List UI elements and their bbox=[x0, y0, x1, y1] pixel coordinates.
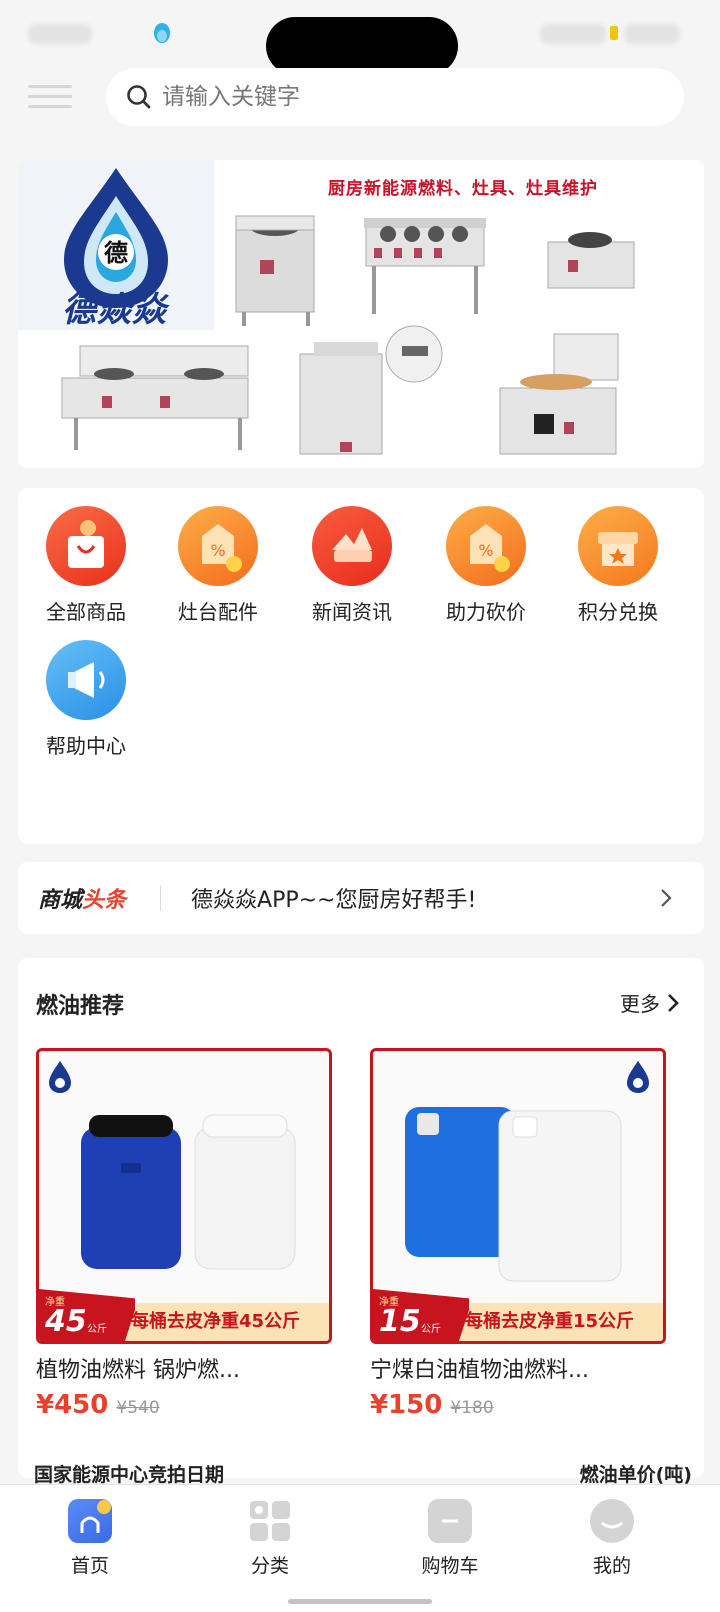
profile-icon bbox=[590, 1499, 634, 1543]
stove-boiler-illustration bbox=[299, 325, 443, 455]
category-points-exchange[interactable]: 积分兑换 bbox=[558, 506, 678, 625]
stove-single-illustration bbox=[235, 215, 315, 326]
category-label: 积分兑换 bbox=[578, 600, 658, 624]
points-store-icon bbox=[578, 506, 658, 586]
category-label: 灶台配件 bbox=[178, 600, 258, 624]
category-label: 全部商品 bbox=[46, 600, 126, 624]
category-label: 新闻资讯 bbox=[312, 600, 392, 624]
more-label: 更多 bbox=[620, 992, 660, 1016]
section-title: 燃油推荐 bbox=[36, 994, 125, 1019]
cart-icon bbox=[428, 1499, 472, 1543]
clock bbox=[624, 24, 680, 44]
search-bar[interactable] bbox=[106, 68, 684, 126]
stove-large-wok-illustration bbox=[499, 333, 619, 455]
product-card[interactable]: 净重 15 公斤 每桶去皮净重15公斤 宁煤白油植物油燃料... ¥150 ¥1… bbox=[370, 1048, 666, 1420]
svg-text:德: 德 bbox=[104, 239, 128, 267]
category-all-products[interactable]: 全部商品 bbox=[26, 506, 146, 625]
category-label: 帮助中心 bbox=[46, 734, 126, 758]
fuel-drums-illustration bbox=[81, 1114, 296, 1270]
auction-date-label: 国家能源中心竞拍日期 bbox=[34, 1464, 225, 1486]
divider bbox=[160, 885, 162, 911]
category-news[interactable]: 新闻资讯 bbox=[292, 506, 412, 625]
battery-icon bbox=[610, 26, 618, 40]
headline-brand: 商城头条 bbox=[38, 888, 127, 913]
category-icon bbox=[248, 1499, 292, 1543]
chevron-right-icon bbox=[668, 993, 679, 1012]
headline-text: 德焱焱APP~~您厨房好帮手! bbox=[191, 888, 477, 913]
product-price: ¥150 ¥180 bbox=[370, 1390, 666, 1420]
original-price: ¥540 bbox=[116, 1398, 160, 1418]
megaphone-icon bbox=[46, 640, 126, 720]
current-price: ¥150 bbox=[370, 1390, 443, 1420]
mall-headline[interactable]: 商城头条 德焱焱APP~~您厨房好帮手! bbox=[18, 862, 704, 934]
fuel-recommendation-section: 燃油推荐 更多 净重 45 公斤 每桶去皮净重45公斤 植物油燃料 锅炉燃... bbox=[18, 958, 704, 1478]
tab-profile[interactable]: 我的 bbox=[552, 1499, 672, 1578]
svg-text:%: % bbox=[210, 541, 225, 560]
qq-penguin-icon bbox=[154, 23, 170, 43]
price-tag-icon: % bbox=[178, 506, 258, 586]
category-label: 助力砍价 bbox=[446, 600, 526, 624]
tab-label: 我的 bbox=[592, 1555, 631, 1577]
product-name: 植物油燃料 锅炉燃... bbox=[36, 1358, 240, 1383]
category-help-center[interactable]: 帮助中心 bbox=[26, 640, 146, 759]
tab-cart[interactable]: 购物车 bbox=[390, 1499, 510, 1578]
bargain-tag-icon: % bbox=[446, 506, 526, 586]
stove-small-illustration bbox=[547, 232, 635, 289]
current-price: ¥450 bbox=[36, 1390, 109, 1420]
header bbox=[0, 68, 720, 130]
status-icons bbox=[540, 24, 606, 44]
menu-icon[interactable] bbox=[28, 78, 72, 118]
jerrycans-illustration bbox=[405, 1107, 622, 1282]
brand-logo-text: 德焱焱 bbox=[62, 290, 167, 330]
tab-label: 分类 bbox=[250, 1555, 289, 1577]
tab-home[interactable]: 首页 bbox=[30, 1499, 150, 1578]
more-link[interactable]: 更多 bbox=[620, 988, 680, 1017]
weight-badge: 净重 15 公斤 每桶去皮净重15公斤 bbox=[373, 1289, 663, 1341]
home-icon bbox=[68, 1499, 112, 1543]
weight-badge: 净重 45 公斤 每桶去皮净重45公斤 bbox=[39, 1289, 329, 1341]
stove-four-burner-illustration bbox=[364, 218, 486, 314]
category-stove-parts[interactable]: % 灶台配件 bbox=[158, 506, 278, 625]
product-price: ¥450 ¥540 bbox=[36, 1390, 332, 1420]
home-indicator bbox=[288, 1599, 432, 1604]
product-image: 净重 15 公斤 每桶去皮净重15公斤 bbox=[370, 1048, 666, 1344]
signal-indicator bbox=[28, 24, 92, 44]
camera-island bbox=[266, 17, 458, 75]
tab-label: 购物车 bbox=[421, 1555, 479, 1577]
category-grid: 全部商品 % 灶台配件 新闻资讯 % 助力砍价 积分兑换 帮助中心 bbox=[18, 488, 704, 844]
product-name: 宁煤白油植物油燃料... bbox=[370, 1358, 589, 1383]
product-image: 净重 45 公斤 每桶去皮净重45公斤 bbox=[36, 1048, 332, 1344]
tab-label: 首页 bbox=[70, 1555, 109, 1577]
bottom-tab-bar: 首页 分类 购物车 我的 bbox=[0, 1484, 720, 1612]
search-icon bbox=[127, 85, 151, 109]
brand-logo: 德 德焱焱 bbox=[18, 160, 214, 330]
status-bar bbox=[0, 0, 720, 75]
fuel-unit-price-label: 燃油单价(吨) bbox=[579, 1464, 692, 1486]
stove-double-illustration bbox=[61, 345, 249, 450]
tab-category[interactable]: 分类 bbox=[210, 1499, 330, 1578]
product-card[interactable]: 净重 45 公斤 每桶去皮净重45公斤 植物油燃料 锅炉燃... ¥450 ¥5… bbox=[36, 1048, 332, 1420]
original-price: ¥180 bbox=[450, 1398, 494, 1418]
search-input[interactable] bbox=[162, 84, 642, 110]
promo-banner[interactable]: 德 德焱焱 厨房新能源燃料、灶具、灶具维护 bbox=[18, 160, 704, 468]
category-bargain[interactable]: % 助力砍价 bbox=[426, 506, 546, 625]
chevron-right-icon[interactable] bbox=[656, 888, 676, 908]
svg-text:%: % bbox=[478, 541, 493, 560]
banner-title: 厨房新能源燃料、灶具、灶具维护 bbox=[328, 179, 598, 199]
news-icon bbox=[312, 506, 392, 586]
shopping-bag-icon bbox=[46, 506, 126, 586]
